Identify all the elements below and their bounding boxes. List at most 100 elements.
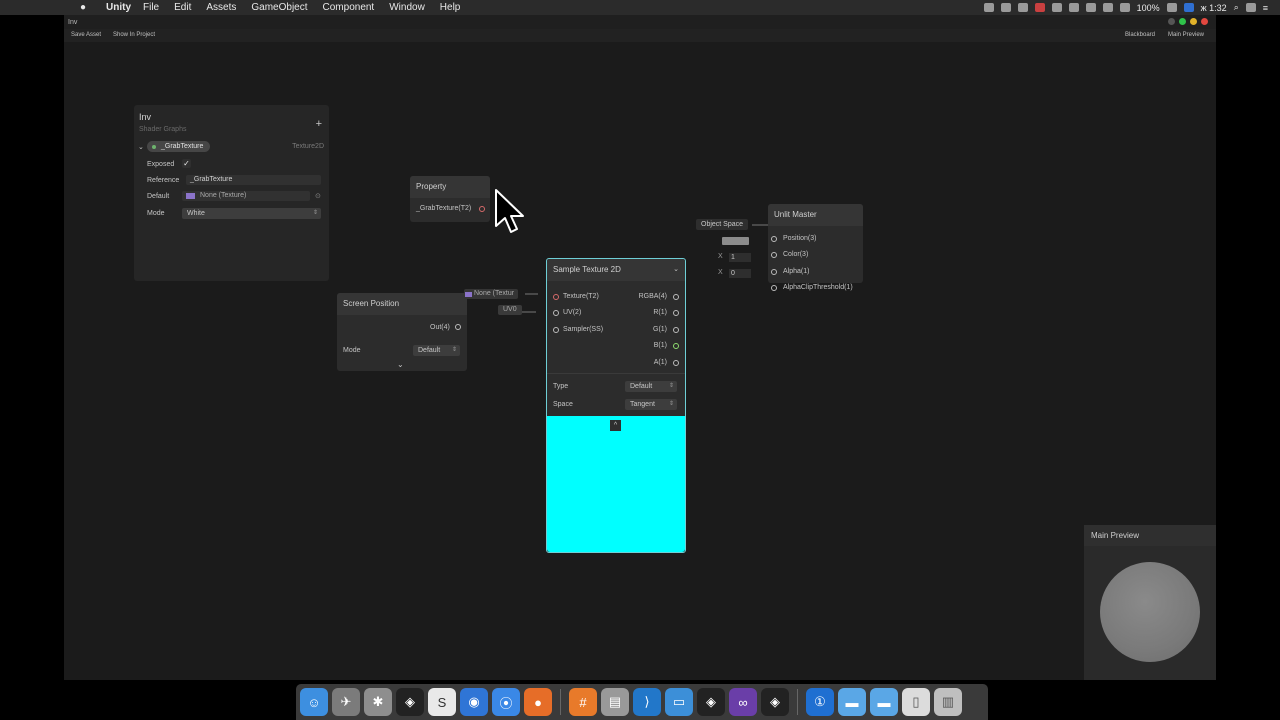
position-input-port[interactable] (771, 236, 777, 242)
a-output-port[interactable] (673, 360, 679, 366)
menu-help[interactable]: Help (440, 2, 461, 13)
wifi-icon[interactable] (1102, 3, 1113, 12)
dock-separator (560, 689, 561, 715)
chrome-icon[interactable]: ◉ (460, 688, 488, 716)
space-dropdown[interactable]: Tangent (625, 399, 677, 410)
reference-field[interactable]: _GrabTexture (186, 175, 321, 185)
creative-cloud-icon[interactable] (1034, 3, 1045, 12)
property-node-title: Property (410, 176, 490, 198)
main-preview-toggle[interactable]: Main Preview (1168, 32, 1204, 38)
expand-icon[interactable]: ⌄ (397, 360, 404, 369)
clock[interactable]: ж 1:32 (1201, 3, 1227, 13)
exposed-checkbox[interactable]: ✓ (182, 159, 191, 168)
firefox-icon[interactable]: ● (524, 688, 552, 716)
type-dropdown[interactable]: Default (625, 381, 677, 392)
property-node[interactable]: Property _GrabTexture(T2) (410, 176, 490, 222)
visual-studio-icon[interactable]: ∞ (729, 688, 757, 716)
keynote-icon[interactable]: ▭ (665, 688, 693, 716)
vscode-icon[interactable]: ⟩ (633, 688, 661, 716)
show-in-project-button[interactable]: Show In Project (113, 32, 155, 38)
blackboard-panel: Inv Shader Graphs + ⌄ _GrabTexture Textu… (134, 105, 329, 281)
sampler-input-port[interactable] (553, 327, 559, 333)
property-output-port[interactable] (479, 206, 485, 212)
screen-record-icon[interactable] (983, 3, 994, 12)
1password-icon[interactable]: ① (806, 688, 834, 716)
uv-input-port[interactable] (553, 310, 559, 316)
blackboard-toggle[interactable]: Blackboard (1125, 32, 1155, 38)
maximize-icon[interactable] (1179, 18, 1186, 25)
texture-input-port[interactable] (553, 294, 559, 300)
menu-component[interactable]: Component (323, 2, 375, 13)
menu-gameobject[interactable]: GameObject (251, 2, 307, 13)
window-menu-icon[interactable] (1168, 18, 1175, 25)
input-source-icon[interactable] (1183, 3, 1194, 12)
graph-canvas[interactable]: Inv Shader Graphs + ⌄ _GrabTexture Textu… (64, 42, 1216, 680)
preview-toggle-icon[interactable]: ^ (610, 420, 621, 431)
add-property-button[interactable]: + (316, 118, 322, 130)
unlit-master-node[interactable]: Unlit Master Position(3) Color(3) Alpha(… (768, 204, 863, 291)
menu-edit[interactable]: Edit (174, 2, 191, 13)
alpha-input-port[interactable] (771, 269, 777, 275)
slack-icon[interactable]: S (428, 688, 456, 716)
notes-icon[interactable]: ▤ (601, 688, 629, 716)
mode-label: Mode (147, 210, 165, 217)
volume-icon[interactable] (1000, 3, 1011, 12)
menu-file[interactable]: File (143, 2, 159, 13)
unlit-master-title: Unlit Master (768, 204, 863, 226)
clip-input-port[interactable] (771, 285, 777, 291)
apple-icon[interactable]: ● (76, 2, 90, 13)
preview-sphere[interactable] (1100, 562, 1200, 662)
screen-position-mode-dropdown[interactable]: Default (413, 345, 460, 356)
screen-position-node[interactable]: Screen Position Out(4) Mode Default ⌄ (337, 293, 467, 371)
sound-icon[interactable] (1119, 3, 1130, 12)
menu-assets[interactable]: Assets (206, 2, 236, 13)
notification-center-icon[interactable]: ≡ (1263, 3, 1268, 13)
unity-hub-icon[interactable]: ◈ (697, 688, 725, 716)
utility-icon[interactable]: ✱ (364, 688, 392, 716)
battery-icon[interactable] (1166, 3, 1177, 12)
texture-input-label: Texture(T2) (563, 293, 599, 300)
info-icon[interactable] (1051, 3, 1062, 12)
app-menu[interactable]: Unity (106, 2, 131, 13)
sync-icon[interactable] (1068, 3, 1079, 12)
b-output-port[interactable] (673, 343, 679, 349)
alpha-default-field[interactable]: 1 (729, 253, 751, 262)
default-texture-field[interactable]: None (Texture) (182, 191, 310, 201)
spotlight-icon[interactable]: ⌕ (1234, 2, 1239, 13)
save-asset-button[interactable]: Save Asset (71, 32, 101, 38)
bluetooth-icon[interactable] (1085, 3, 1096, 12)
finder-icon[interactable]: ☺ (300, 688, 328, 716)
texture-default-chip[interactable]: None (Textur (464, 289, 519, 299)
property-type: Texture2D (292, 143, 324, 150)
object-picker-icon[interactable]: ⊙ (315, 192, 321, 200)
r-output-port[interactable] (673, 310, 679, 316)
uv-default-chip[interactable]: UV0 (498, 305, 522, 315)
trash-icon[interactable]: ▥ (934, 688, 962, 716)
position-space-chip[interactable]: Object Space (696, 219, 749, 230)
rgba-output-port[interactable] (673, 294, 679, 300)
launchpad-icon[interactable]: ✈ (332, 688, 360, 716)
chevron-down-icon[interactable]: ⌄ (138, 143, 144, 151)
hash-icon[interactable]: # (569, 688, 597, 716)
close-icon[interactable] (1201, 18, 1208, 25)
unity-app-icon[interactable]: ◈ (761, 688, 789, 716)
screen-position-output-port[interactable] (455, 324, 461, 330)
tab-inv[interactable]: Inv (68, 19, 77, 26)
color-input-port[interactable] (771, 252, 777, 258)
mode-dropdown[interactable]: White (182, 208, 321, 219)
folder-icon[interactable]: ▬ (838, 688, 866, 716)
minimize-icon[interactable] (1190, 18, 1197, 25)
property-pill[interactable]: _GrabTexture (147, 141, 211, 152)
unity-icon[interactable]: ◈ (396, 688, 424, 716)
color-swatch[interactable] (722, 237, 749, 245)
dropbox-icon[interactable] (1017, 3, 1028, 12)
node-collapse-icon[interactable]: ⌄ (673, 265, 679, 273)
sample-texture-2d-node[interactable]: Sample Texture 2D ⌄ Texture(T2) UV(2) Sa… (546, 258, 686, 553)
clip-default-field[interactable]: 0 (729, 269, 751, 278)
folder-icon-2[interactable]: ▬ (870, 688, 898, 716)
menu-window[interactable]: Window (389, 2, 425, 13)
maps-icon[interactable]: ⦿ (492, 688, 520, 716)
document-icon[interactable]: ▯ (902, 688, 930, 716)
g-output-port[interactable] (673, 327, 679, 333)
siri-icon[interactable] (1245, 3, 1256, 12)
